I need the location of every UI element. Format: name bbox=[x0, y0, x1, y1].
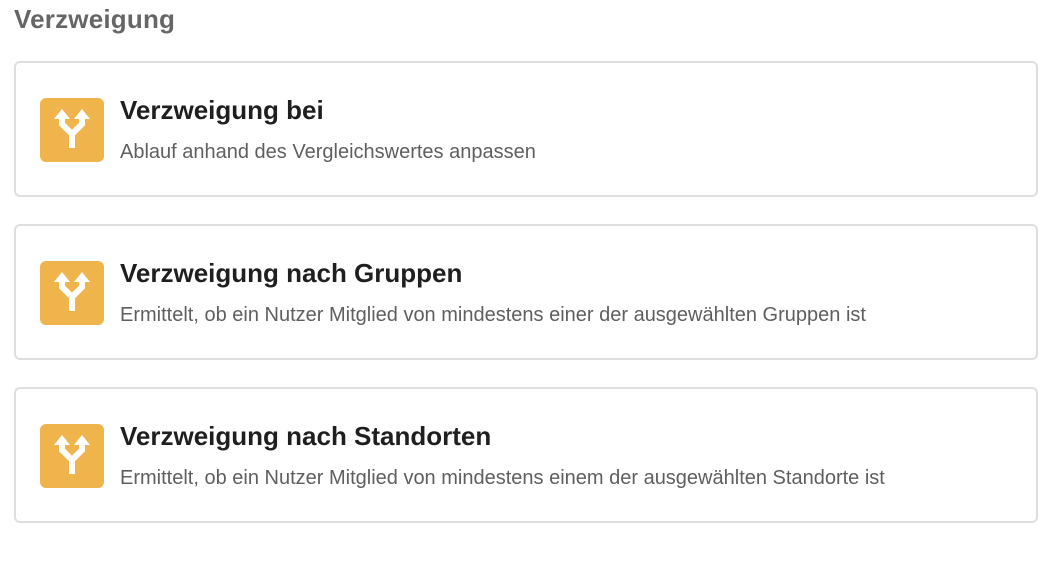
card-verzweigung-bei[interactable]: Verzweigung bei Ablauf anhand des Vergle… bbox=[14, 61, 1038, 197]
branch-split-icon bbox=[40, 98, 104, 162]
branch-split-icon bbox=[40, 261, 104, 325]
card-verzweigung-nach-standorten[interactable]: Verzweigung nach Standorten Ermittelt, o… bbox=[14, 387, 1038, 523]
card-title: Verzweigung bei bbox=[120, 95, 324, 125]
card-verzweigung-nach-gruppen[interactable]: Verzweigung nach Gruppen Ermittelt, ob e… bbox=[14, 224, 1038, 360]
section-title: Verzweigung bbox=[14, 4, 176, 34]
card-title: Verzweigung nach Standorten bbox=[120, 421, 492, 451]
card-description: Ermittelt, ob ein Nutzer Mitglied von mi… bbox=[120, 467, 885, 489]
card-description: Ermittelt, ob ein Nutzer Mitglied von mi… bbox=[120, 304, 866, 326]
card-description: Ablauf anhand des Vergleichswertes anpas… bbox=[120, 141, 536, 163]
branch-split-icon bbox=[40, 424, 104, 488]
card-title: Verzweigung nach Gruppen bbox=[120, 258, 463, 288]
